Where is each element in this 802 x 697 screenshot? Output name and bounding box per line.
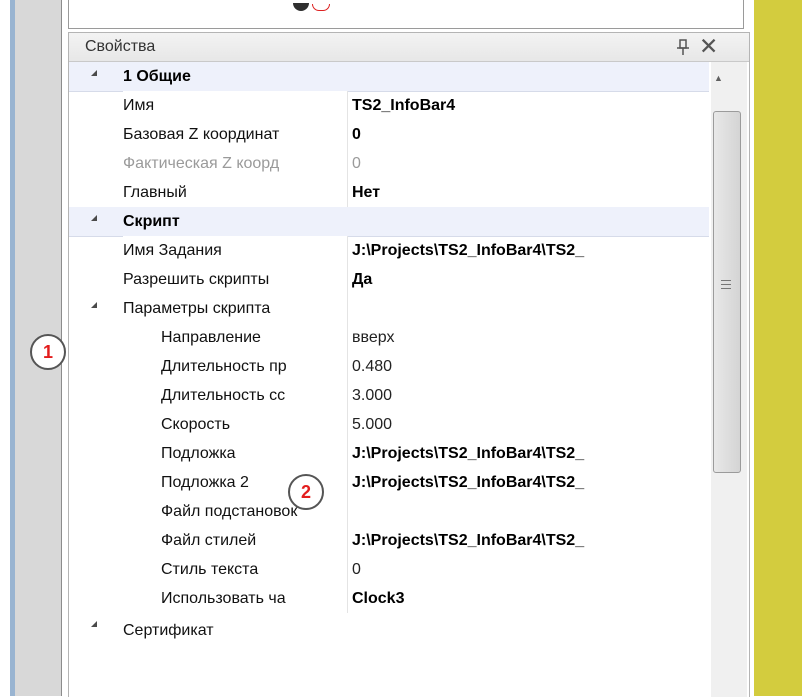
category-general[interactable]: 1 Общие bbox=[69, 62, 709, 92]
property-row[interactable]: Фактическая Z коорд 0 bbox=[69, 149, 709, 178]
property-value[interactable] bbox=[352, 294, 709, 323]
property-row[interactable]: Имя Задания J:\Projects\TS2_InfoBar4\TS2… bbox=[69, 236, 709, 265]
sub-property-row[interactable]: Файл подстановок bbox=[69, 497, 709, 526]
property-name: Базовая Z координат bbox=[123, 120, 347, 149]
property-row[interactable]: Разрешить скрипты Да bbox=[69, 265, 709, 294]
property-value[interactable]: 5.000 bbox=[352, 410, 709, 439]
property-name: Стиль текста bbox=[161, 555, 347, 584]
property-value[interactable]: 3.000 bbox=[352, 381, 709, 410]
property-value[interactable]: J:\Projects\TS2_InfoBar4\TS2_ bbox=[352, 468, 709, 497]
property-name: Имя bbox=[123, 91, 347, 120]
category-certificate[interactable]: Сертификат bbox=[69, 613, 709, 645]
panel-header: Свойства ✕ bbox=[69, 33, 749, 62]
sub-property-row[interactable]: Файл стилей J:\Projects\TS2_InfoBar4\TS2… bbox=[69, 526, 709, 555]
property-value[interactable]: 0 bbox=[352, 120, 709, 149]
collapse-triangle-icon[interactable] bbox=[91, 215, 97, 221]
sub-property-row[interactable]: Стиль текста 0 bbox=[69, 555, 709, 584]
scrollbar-thumb[interactable] bbox=[713, 111, 741, 473]
property-value[interactable]: Clock3 bbox=[352, 584, 709, 613]
sub-property-row[interactable]: Подложка 2 J:\Projects\TS2_InfoBar4\TS2_ bbox=[69, 468, 709, 497]
top-panel bbox=[68, 0, 744, 29]
property-name: Имя Задания bbox=[123, 236, 347, 265]
left-edge bbox=[0, 0, 10, 696]
property-name: Подложка bbox=[161, 439, 347, 468]
property-value[interactable]: J:\Projects\TS2_InfoBar4\TS2_ bbox=[352, 236, 709, 265]
property-row[interactable]: Базовая Z координат 0 bbox=[69, 120, 709, 149]
sub-property-row[interactable]: Длительность пр 0.480 bbox=[69, 352, 709, 381]
property-name: Длительность пр bbox=[161, 352, 347, 381]
property-value[interactable]: вверх bbox=[352, 323, 709, 352]
properties-panel: Свойства ✕ 1 Общие Имя TS2_InfoBar4 Базо… bbox=[68, 32, 750, 697]
sub-property-row[interactable]: Использовать ча Clock3 bbox=[69, 584, 709, 613]
property-name: Разрешить скрипты bbox=[123, 265, 347, 294]
collapse-triangle-icon[interactable] bbox=[91, 621, 97, 627]
property-value[interactable] bbox=[352, 497, 709, 526]
scroll-up-arrow-icon[interactable]: ▲ bbox=[714, 73, 723, 83]
property-name: Параметры скрипта bbox=[123, 294, 347, 323]
property-name: Скорость bbox=[161, 410, 347, 439]
property-value[interactable]: Да bbox=[352, 265, 709, 294]
sub-property-row[interactable]: Подложка J:\Projects\TS2_InfoBar4\TS2_ bbox=[69, 439, 709, 468]
scroll-grip-icon bbox=[721, 280, 731, 292]
collapse-triangle-icon[interactable] bbox=[91, 302, 97, 308]
property-name: Файл стилей bbox=[161, 526, 347, 555]
property-name: Фактическая Z коорд bbox=[123, 149, 347, 178]
category-title: Сертификат bbox=[123, 616, 347, 645]
property-value[interactable]: TS2_InfoBar4 bbox=[352, 91, 709, 120]
callout-marker: 1 bbox=[30, 334, 66, 370]
collapse-triangle-icon[interactable] bbox=[91, 70, 97, 76]
category-script[interactable]: Скрипт bbox=[69, 207, 709, 237]
category-title: Скрипт bbox=[123, 213, 180, 230]
property-value: 0 bbox=[352, 155, 361, 172]
category-title: 1 Общие bbox=[123, 68, 191, 85]
green-status-icon bbox=[293, 3, 309, 11]
property-name: Использовать ча bbox=[161, 584, 347, 613]
sub-property-row[interactable]: Скорость 5.000 bbox=[69, 410, 709, 439]
property-grid: 1 Общие Имя TS2_InfoBar4 Базовая Z коорд… bbox=[69, 62, 709, 697]
property-name: Длительность сс bbox=[161, 381, 347, 410]
property-row[interactable]: Главный Нет bbox=[69, 178, 709, 207]
property-value[interactable]: J:\Projects\TS2_InfoBar4\TS2_ bbox=[352, 439, 709, 468]
property-name: Главный bbox=[123, 178, 347, 207]
right-side-panel bbox=[754, 0, 802, 696]
property-value[interactable]: J:\Projects\TS2_InfoBar4\TS2_ bbox=[352, 526, 709, 555]
close-icon[interactable]: ✕ bbox=[699, 34, 718, 58]
property-value[interactable]: Нет bbox=[352, 178, 709, 207]
property-value[interactable]: 0 bbox=[352, 555, 709, 584]
property-value[interactable]: 0.480 bbox=[352, 352, 709, 381]
sub-property-row[interactable]: Длительность сс 3.000 bbox=[69, 381, 709, 410]
pin-icon[interactable] bbox=[675, 38, 691, 56]
property-row[interactable]: Имя TS2_InfoBar4 bbox=[69, 91, 709, 120]
callout-marker: 2 bbox=[288, 474, 324, 510]
panel-title: Свойства bbox=[85, 38, 156, 55]
sub-property-row[interactable]: Направление вверх bbox=[69, 323, 709, 352]
property-row-expandable[interactable]: Параметры скрипта bbox=[69, 294, 709, 323]
property-name: Направление bbox=[161, 323, 347, 352]
red-status-icon bbox=[312, 4, 330, 11]
